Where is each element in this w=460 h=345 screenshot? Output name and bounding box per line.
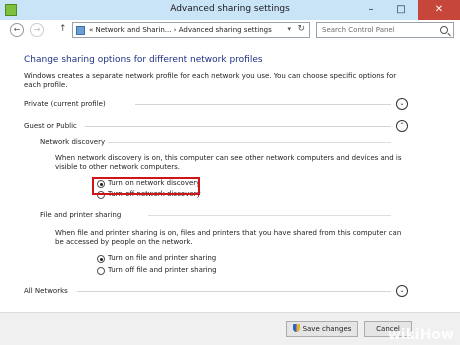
save-label: Save changes	[302, 325, 352, 333]
save-changes-button[interactable]: Save changes	[286, 321, 358, 337]
forward-button[interactable]: →	[30, 23, 44, 37]
shield-icon	[292, 324, 300, 332]
chevron-down-icon[interactable]: ⌄	[396, 285, 408, 297]
profile-all-networks-label[interactable]: All Networks	[24, 287, 68, 295]
divider	[77, 291, 391, 292]
breadcrumb[interactable]: « Network and Sharin... › Advanced shari…	[89, 26, 272, 34]
network-discovery-heading: Network discovery	[40, 138, 106, 146]
network-discovery-description: When network discovery is on, this compu…	[55, 154, 402, 171]
intro-text: Windows creates a separate network profi…	[24, 72, 397, 89]
search-icon[interactable]	[440, 26, 448, 34]
control-panel-icon	[76, 26, 85, 35]
divider	[85, 126, 391, 127]
minimize-button[interactable]: –	[358, 0, 384, 20]
page-title: Change sharing options for different net…	[24, 55, 263, 65]
watermark-logo: wikiHow	[387, 327, 454, 343]
navigation-bar: ← → ↑ « Network and Sharin... › Advanced…	[0, 20, 460, 40]
maximize-button[interactable]: □	[388, 0, 414, 20]
radio-button[interactable]	[97, 255, 105, 263]
search-input[interactable]: Search Control Panel	[316, 22, 454, 38]
radio-button[interactable]	[97, 267, 105, 275]
address-bar[interactable]: « Network and Sharin... › Advanced shari…	[72, 22, 310, 38]
divider	[108, 142, 391, 143]
file-sharing-description: When file and printer sharing is on, fil…	[55, 229, 402, 246]
radio-label[interactable]: Turn off file and printer sharing	[108, 266, 217, 274]
profile-private-label[interactable]: Private (current profile)	[24, 100, 106, 108]
chevron-down-icon[interactable]: ⌄	[396, 98, 408, 110]
search-placeholder: Search Control Panel	[322, 26, 395, 34]
main-content: Change sharing options for different net…	[0, 40, 460, 312]
profile-guest-label[interactable]: Guest or Public	[24, 122, 77, 130]
chevron-down-icon[interactable]: ▾	[287, 25, 291, 33]
chevron-up-icon[interactable]: ⌃	[396, 120, 408, 132]
refresh-icon[interactable]: ↻	[297, 24, 305, 34]
title-bar: Advanced sharing settings – □ ✕	[0, 0, 460, 20]
up-arrow-icon[interactable]: ↑	[59, 24, 67, 34]
back-button[interactable]: ←	[10, 23, 24, 37]
close-button[interactable]: ✕	[418, 0, 460, 20]
divider	[135, 104, 391, 105]
radio-label[interactable]: Turn on file and printer sharing	[108, 254, 216, 262]
highlight-box	[92, 177, 200, 195]
file-sharing-heading: File and printer sharing	[40, 211, 122, 219]
divider	[148, 215, 391, 216]
